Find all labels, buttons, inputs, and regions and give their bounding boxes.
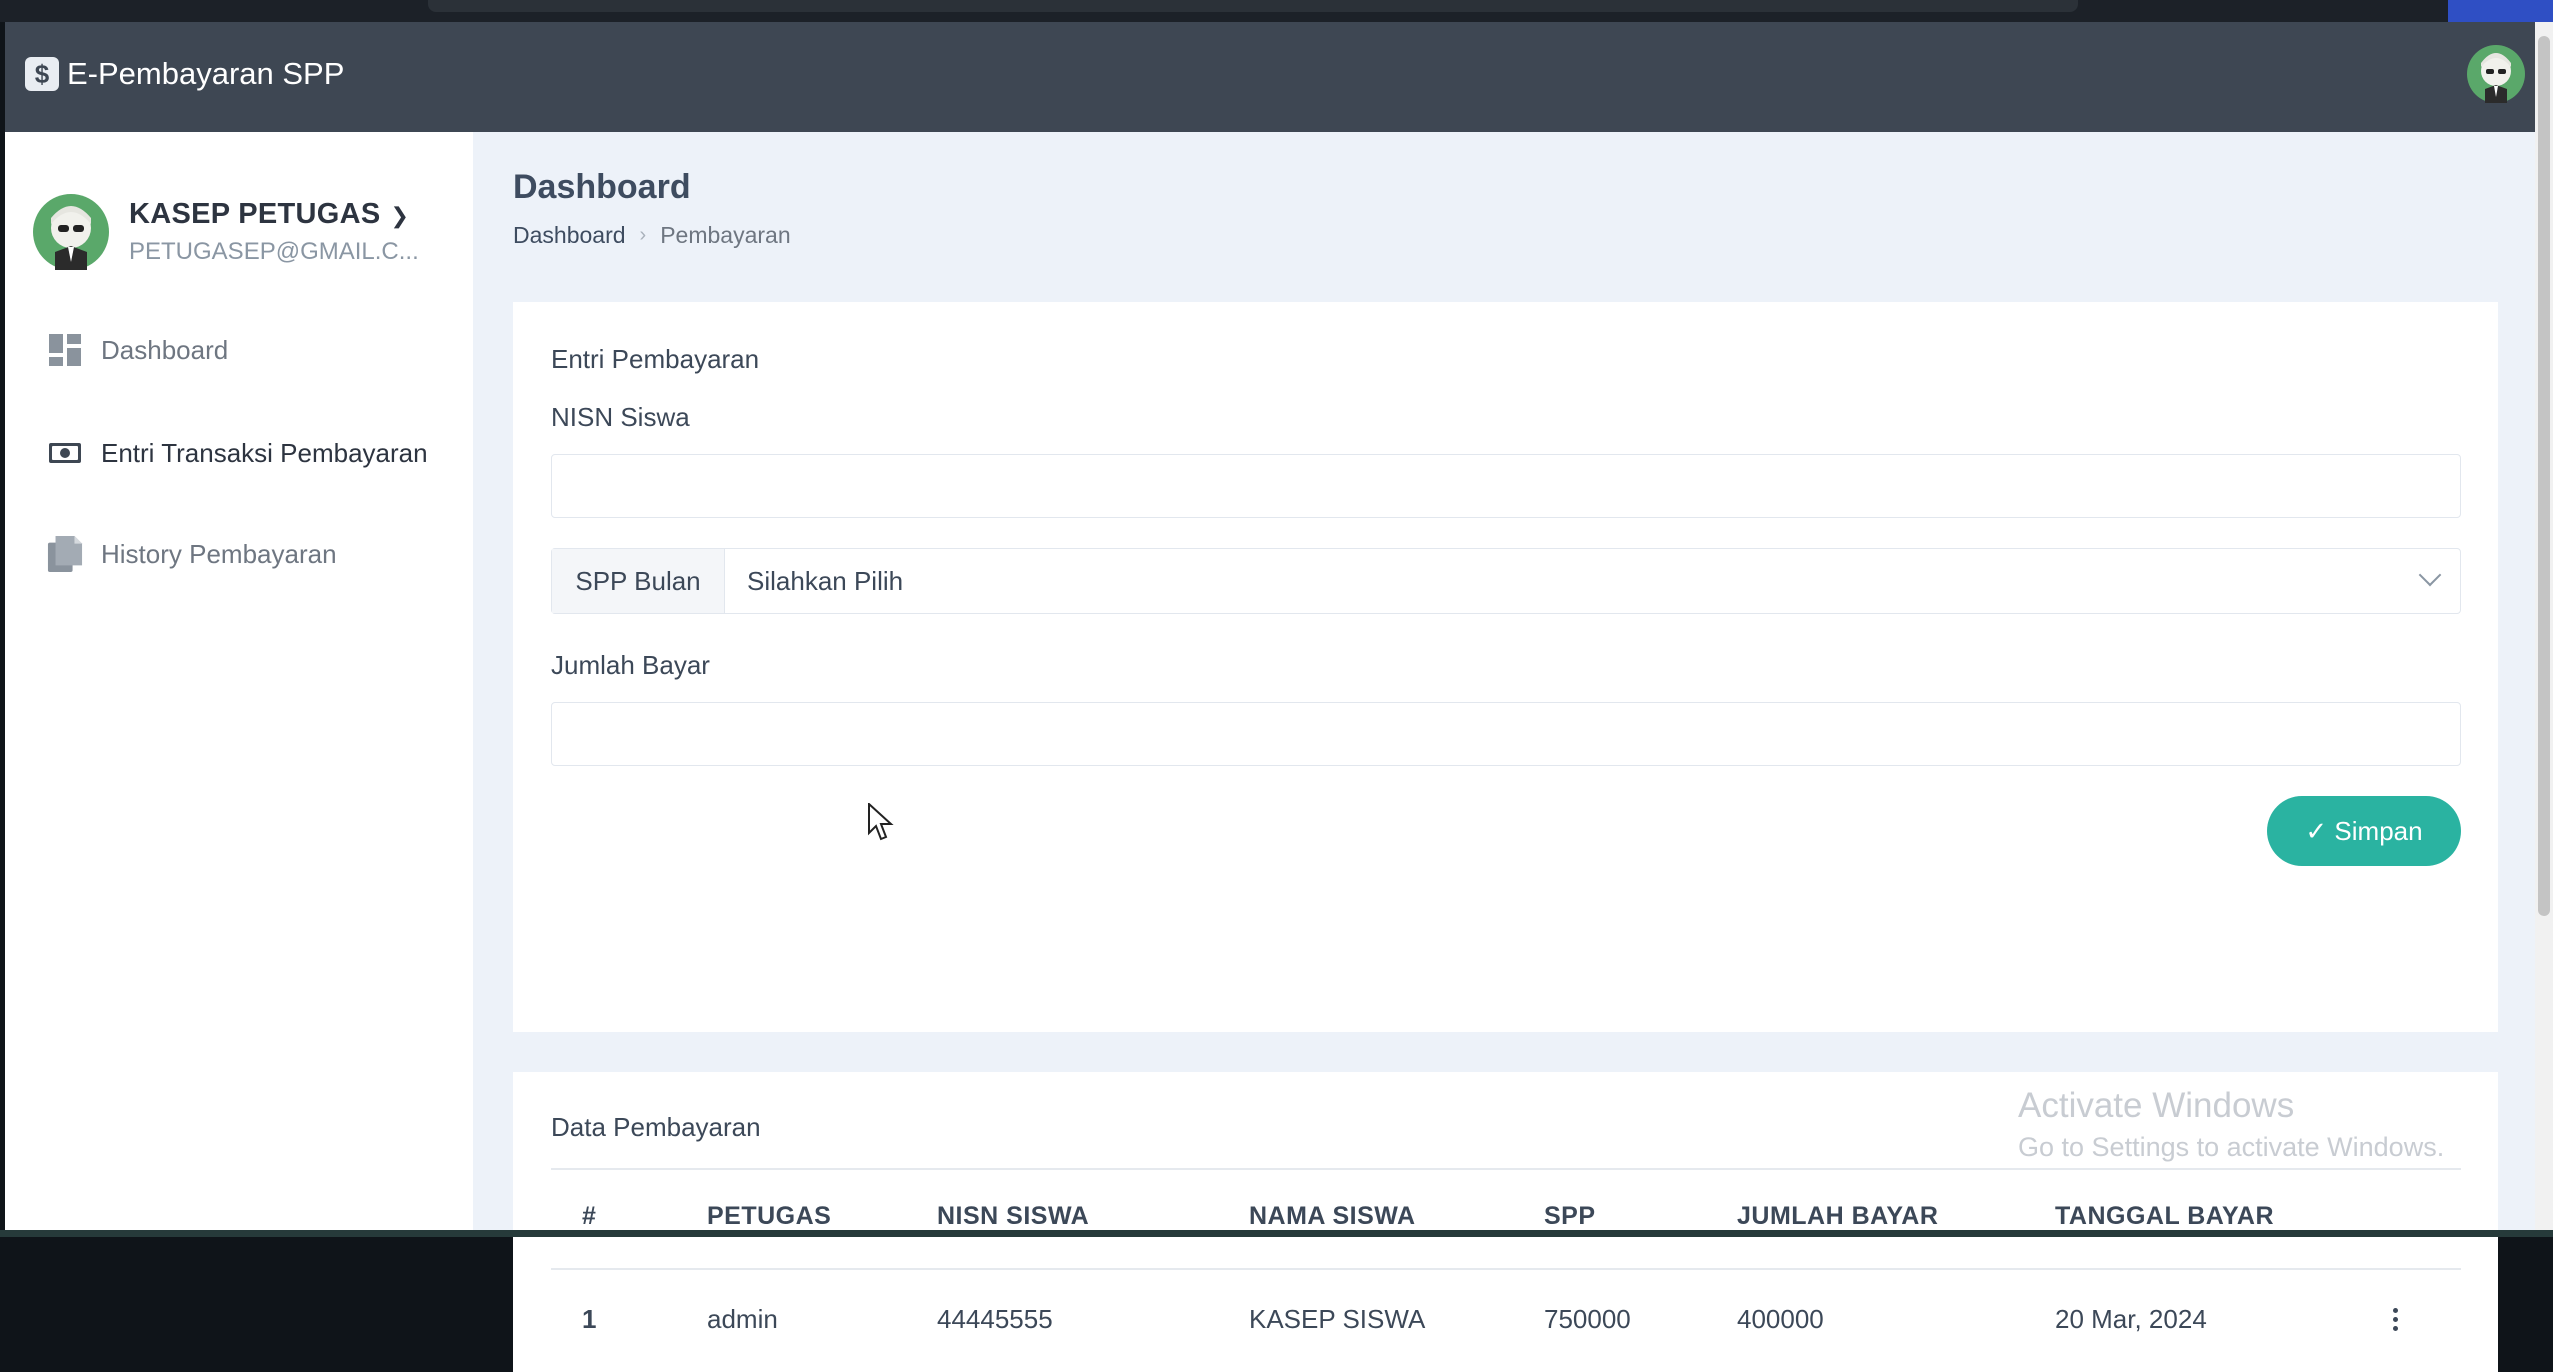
chevron-down-icon <box>2418 563 2442 587</box>
mouse-cursor-icon <box>868 803 894 841</box>
breadcrumb-current: Pembayaran <box>660 222 791 248</box>
top-navbar: $ E-Pembayaran SPP <box>5 22 2535 132</box>
table-header: SPP <box>1544 1202 1596 1230</box>
table-cell: 400000 <box>1737 1304 1824 1334</box>
page-scrollbar[interactable] <box>2535 22 2553 1232</box>
money-bill-icon <box>47 435 83 471</box>
scrollbar-thumb[interactable] <box>2538 36 2550 916</box>
sidebar-item-label: Entri Transaksi Pembayaran <box>101 437 428 468</box>
main-content: Dashboard Dashboard › Pembayaran Entri P… <box>473 132 2535 1372</box>
sidebar-item-dashboard[interactable]: Dashboard <box>47 332 228 368</box>
user-name-text: KASEP PETUGAS <box>129 198 381 230</box>
sidebar-item-label: Dashboard <box>101 334 229 365</box>
table-cell: admin <box>707 1304 778 1334</box>
browser-top-strip <box>0 0 2553 28</box>
user-email: PETUGASEP@GMAIL.C... <box>129 238 419 265</box>
jumlah-bayar-label: Jumlah Bayar <box>551 650 710 680</box>
chevron-down-icon[interactable]: ❯ <box>391 203 410 228</box>
breadcrumb-link-dashboard[interactable]: Dashboard <box>513 222 626 249</box>
more-options-icon[interactable] <box>2393 1308 2399 1331</box>
sidebar-item-entri-transaksi[interactable]: Entri Transaksi Pembayaran <box>47 435 428 471</box>
spp-bulan-select[interactable]: Silahkan Pilih <box>725 549 2460 613</box>
spp-bulan-selected: Silahkan Pilih <box>747 565 904 596</box>
entri-pembayaran-card: Entri Pembayaran NISN Siswa SPP Bulan Si… <box>513 302 2498 1032</box>
form-card-title: Entri Pembayaran <box>551 344 760 374</box>
page-title: Dashboard <box>513 168 691 206</box>
sidebar: KASEP PETUGAS ❯ PETUGASEP@GMAIL.C... Dash… <box>5 132 473 1232</box>
simpan-button[interactable]: ✓ Simpan <box>2267 796 2461 866</box>
navbar-avatar[interactable] <box>2467 45 2525 103</box>
nisn-label: NISN Siswa <box>551 402 690 432</box>
spp-bulan-addon: SPP Bulan <box>552 549 725 613</box>
document-copy-icon <box>47 536 83 572</box>
brand-title: E-Pembayaran SPP <box>67 56 345 91</box>
chevron-right-icon: › <box>639 224 647 246</box>
table-card-title: Data Pembayaran <box>551 1112 761 1142</box>
table-cell: 1 <box>582 1304 597 1334</box>
table-cell: 750000 <box>1544 1304 1631 1334</box>
table-header: NISN SISWA <box>937 1202 1090 1230</box>
table-cell: 20 Mar, 2024 <box>2055 1304 2207 1334</box>
table-header: # <box>582 1202 597 1230</box>
user-profile[interactable]: KASEP PETUGAS ❯ PETUGASEP@GMAIL.C... <box>33 194 453 284</box>
user-avatar <box>33 194 109 270</box>
taskbar-strip <box>0 1230 2553 1237</box>
dashboard-grid-icon <box>47 332 83 368</box>
brand[interactable]: $ E-Pembayaran SPP <box>25 56 344 92</box>
table-header: NAMA SISWA <box>1249 1202 1416 1230</box>
table-header: JUMLAH BAYAR <box>1737 1202 1939 1230</box>
browser-tab-bar <box>428 0 2078 12</box>
sidebar-item-label: History Pembayaran <box>101 538 337 569</box>
table-cell: 44445555 <box>937 1304 1053 1334</box>
activate-windows-title: Activate Windows <box>2018 1086 2295 1125</box>
jumlah-bayar-input[interactable] <box>551 702 2461 766</box>
breadcrumb: Dashboard › Pembayaran <box>513 222 791 249</box>
activate-windows-subtitle: Go to Settings to activate Windows. <box>2018 1132 2445 1162</box>
nisn-input[interactable] <box>551 454 2461 518</box>
user-name: KASEP PETUGAS ❯ <box>129 198 409 231</box>
table-divider <box>551 1168 2461 1170</box>
table-cell: KASEP SISWA <box>1249 1304 1426 1334</box>
spp-bulan-select-group[interactable]: SPP Bulan Silahkan Pilih <box>551 548 2461 614</box>
sidebar-item-history[interactable]: History Pembayaran <box>47 536 337 572</box>
table-divider <box>551 1268 2461 1270</box>
dollar-icon: $ <box>25 57 59 91</box>
table-header: PETUGAS <box>707 1202 832 1230</box>
table-header: TANGGAL BAYAR <box>2055 1202 2275 1230</box>
